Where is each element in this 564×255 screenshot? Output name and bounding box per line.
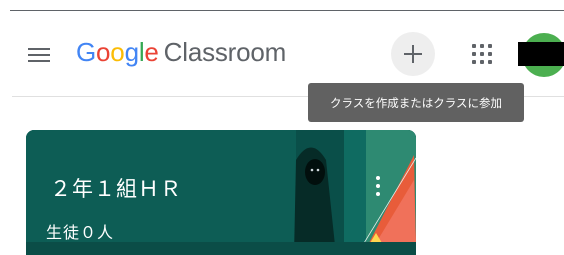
redaction-bar bbox=[518, 42, 564, 66]
main-menu-button[interactable] bbox=[27, 45, 51, 63]
class-card-title[interactable]: ２年１組ＨＲ bbox=[50, 173, 182, 203]
google-classroom-logo[interactable]: Google Classroom bbox=[76, 37, 286, 68]
tooltip-text: クラスを作成またはクラスに参加 bbox=[329, 97, 503, 110]
class-card-more-button[interactable] bbox=[368, 171, 388, 201]
plus-icon bbox=[404, 45, 422, 63]
logo-letter: o bbox=[110, 37, 125, 67]
logo-letter: g bbox=[124, 37, 139, 67]
class-card[interactable]: ２年１組ＨＲ 生徒０人 bbox=[26, 130, 416, 255]
tooltip: クラスを作成またはクラスに参加 bbox=[308, 83, 524, 122]
logo-letter: G bbox=[76, 37, 97, 67]
class-card-student-count: 生徒０人 bbox=[46, 225, 115, 242]
hamburger-menu-icon bbox=[28, 48, 50, 50]
logo-letter: o bbox=[96, 37, 111, 67]
hamburger-menu-icon-line bbox=[28, 54, 50, 56]
google-apps-button[interactable] bbox=[470, 42, 494, 66]
logo-product-name: Classroom bbox=[163, 37, 287, 67]
create-or-join-class-button[interactable] bbox=[391, 32, 435, 76]
account-avatar[interactable] bbox=[518, 33, 564, 77]
logo-letter: e bbox=[144, 37, 159, 67]
hamburger-menu-icon-line bbox=[28, 60, 50, 62]
